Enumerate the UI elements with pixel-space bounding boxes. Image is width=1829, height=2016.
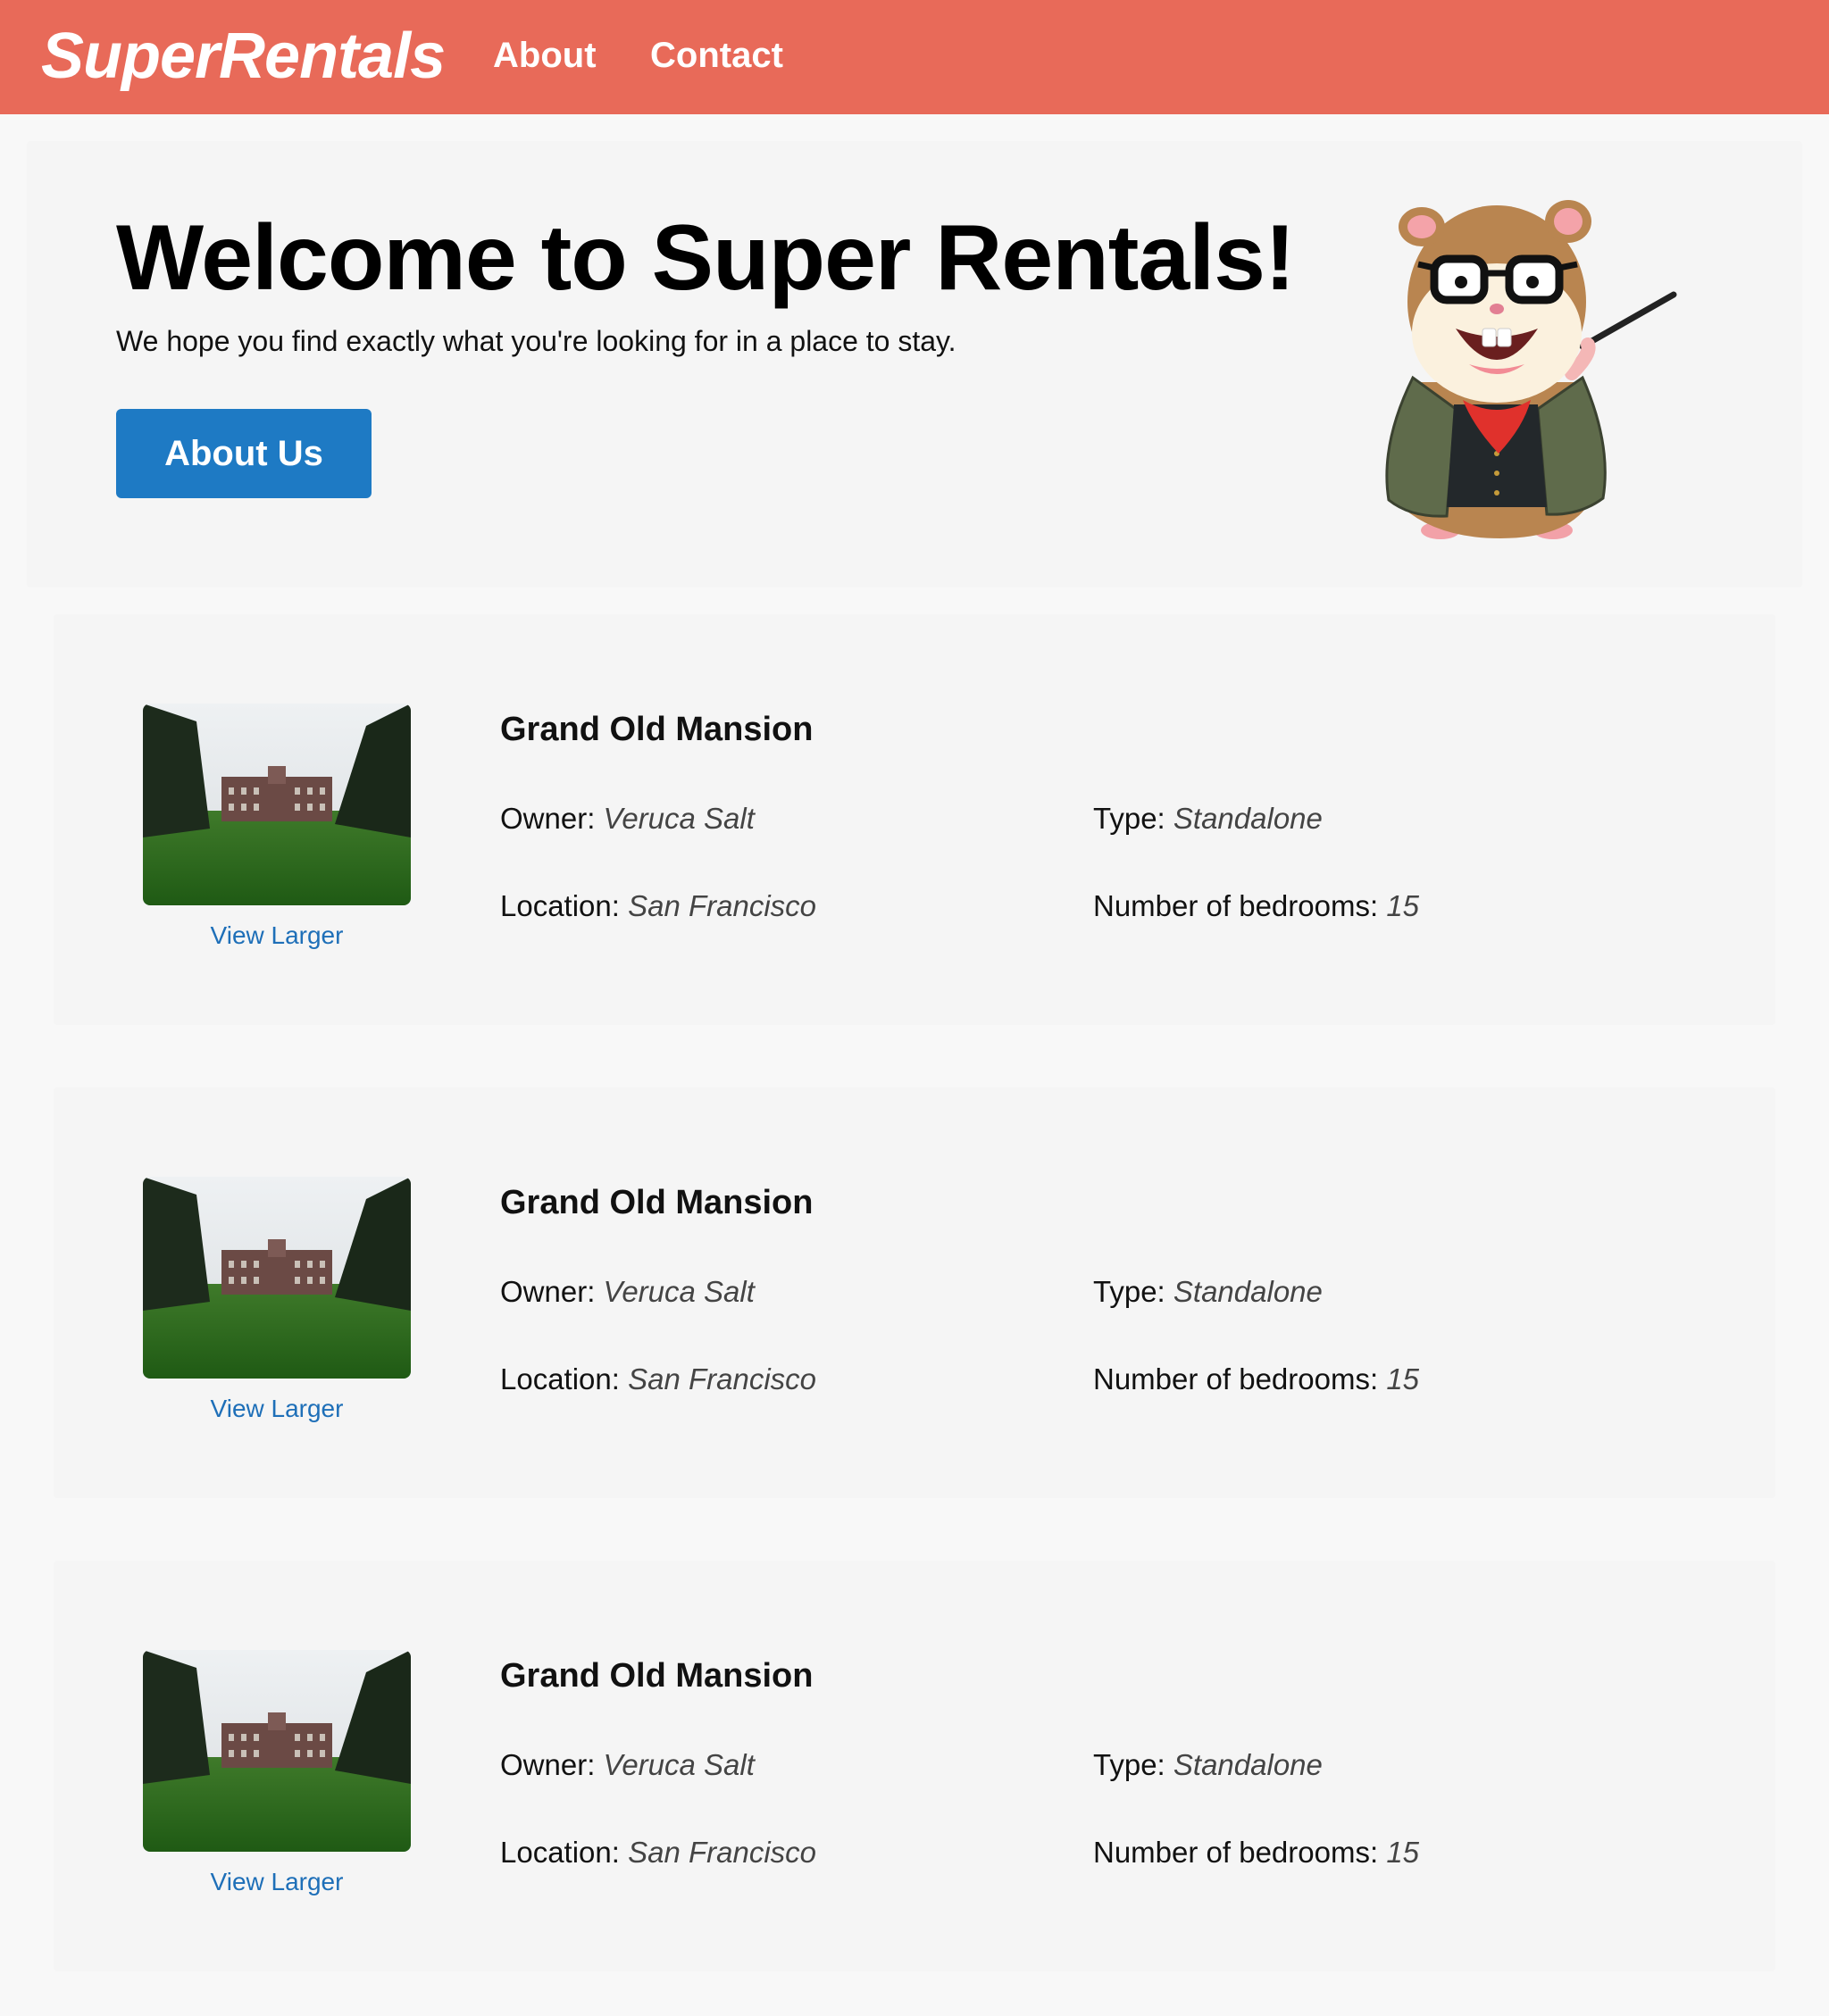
rental-title: Grand Old Mansion	[500, 1184, 814, 1221]
location-value: San Francisco	[628, 889, 817, 922]
rental-owner: Owner: Veruca Salt	[500, 1275, 755, 1309]
location-value: San Francisco	[628, 1836, 817, 1869]
rental-listing: View Larger Grand Old Mansion Owner: Ver…	[54, 614, 1775, 1025]
page-title: Welcome to Super Rentals!	[116, 206, 1296, 310]
location-label: Location:	[500, 1362, 620, 1395]
bedrooms-value: 15	[1386, 889, 1420, 922]
rental-type: Type: Standalone	[1093, 802, 1323, 836]
owner-label: Owner:	[500, 802, 596, 835]
welcome-banner: Welcome to Super Rentals! We hope you fi…	[27, 141, 1802, 587]
mansion-photo-icon[interactable]	[143, 704, 411, 905]
mansion-photo-icon[interactable]	[143, 1177, 411, 1379]
owner-label: Owner:	[500, 1275, 596, 1308]
rental-listing: View Larger Grand Old Mansion Owner: Ver…	[54, 1561, 1775, 1971]
bedrooms-value: 15	[1386, 1362, 1420, 1395]
view-larger-link[interactable]: View Larger	[143, 1868, 411, 1896]
rental-listing: View Larger Grand Old Mansion Owner: Ver…	[54, 1087, 1775, 1498]
rental-owner: Owner: Veruca Salt	[500, 802, 755, 836]
owner-label: Owner:	[500, 1748, 596, 1781]
rental-title: Grand Old Mansion	[500, 1657, 814, 1695]
rental-location: Location: San Francisco	[500, 889, 816, 923]
rental-owner: Owner: Veruca Salt	[500, 1748, 755, 1782]
rental-bedrooms: Number of bedrooms: 15	[1093, 1836, 1419, 1870]
view-larger-link[interactable]: View Larger	[143, 921, 411, 950]
bedrooms-label: Number of bedrooms:	[1093, 1362, 1379, 1395]
bedrooms-label: Number of bedrooms:	[1093, 1836, 1379, 1869]
location-value: San Francisco	[628, 1362, 817, 1395]
rental-type: Type: Standalone	[1093, 1748, 1323, 1782]
rental-type: Type: Standalone	[1093, 1275, 1323, 1309]
rental-location: Location: San Francisco	[500, 1362, 816, 1396]
location-label: Location:	[500, 889, 620, 922]
nav-link-about[interactable]: About	[493, 36, 597, 76]
bedrooms-value: 15	[1386, 1836, 1420, 1869]
welcome-subtitle: We hope you find exactly what you're loo…	[116, 325, 956, 357]
type-value: Standalone	[1173, 802, 1323, 835]
type-label: Type:	[1093, 1748, 1165, 1781]
type-value: Standalone	[1173, 1275, 1323, 1308]
view-larger-link[interactable]: View Larger	[143, 1395, 411, 1423]
brand-logo-link[interactable]: SuperRentals	[41, 20, 446, 93]
about-us-button[interactable]: About Us	[116, 409, 372, 498]
rental-bedrooms: Number of bedrooms: 15	[1093, 889, 1419, 923]
type-value: Standalone	[1173, 1748, 1323, 1781]
type-label: Type:	[1093, 802, 1165, 835]
rental-title: Grand Old Mansion	[500, 711, 814, 748]
rental-location: Location: San Francisco	[500, 1836, 816, 1870]
top-nav: SuperRentals About Contact	[0, 0, 1829, 114]
bedrooms-label: Number of bedrooms:	[1093, 889, 1379, 922]
type-label: Type:	[1093, 1275, 1165, 1308]
rental-bedrooms: Number of bedrooms: 15	[1093, 1362, 1419, 1396]
location-label: Location:	[500, 1836, 620, 1869]
mansion-photo-icon[interactable]	[143, 1650, 411, 1852]
owner-value: Veruca Salt	[603, 1748, 755, 1781]
owner-value: Veruca Salt	[603, 1275, 755, 1308]
owner-value: Veruca Salt	[603, 802, 755, 835]
tomster-mascot-icon	[1385, 200, 1677, 539]
nav-link-contact[interactable]: Contact	[650, 36, 783, 76]
